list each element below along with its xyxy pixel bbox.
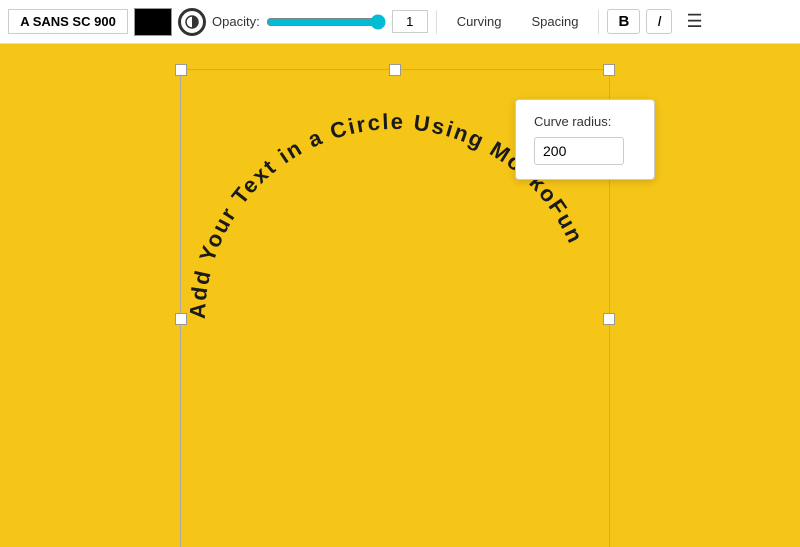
- opacity-slider[interactable]: [266, 14, 386, 30]
- curve-radius-input[interactable]: [534, 137, 624, 165]
- more-menu-button[interactable]: ☰: [678, 8, 710, 35]
- curving-button[interactable]: Curving: [445, 10, 514, 33]
- bold-button[interactable]: B: [607, 9, 640, 34]
- separator-2: [598, 10, 599, 34]
- canvas: Add Your Text in a Circle Using MockoFun…: [0, 44, 800, 547]
- font-selector[interactable]: A SANS SC 900: [8, 9, 128, 34]
- opacity-input[interactable]: [392, 10, 428, 33]
- opacity-label: Opacity:: [212, 14, 260, 29]
- color-swatch[interactable]: [134, 8, 172, 36]
- opacity-icon: [178, 8, 206, 36]
- curve-popup: Curve radius:: [515, 99, 655, 180]
- curve-popup-label: Curve radius:: [534, 114, 636, 129]
- italic-button[interactable]: I: [646, 9, 672, 34]
- toolbar: A SANS SC 900 Opacity: Curving Spacing B…: [0, 0, 800, 44]
- separator-1: [436, 10, 437, 34]
- spacing-button[interactable]: Spacing: [519, 10, 590, 33]
